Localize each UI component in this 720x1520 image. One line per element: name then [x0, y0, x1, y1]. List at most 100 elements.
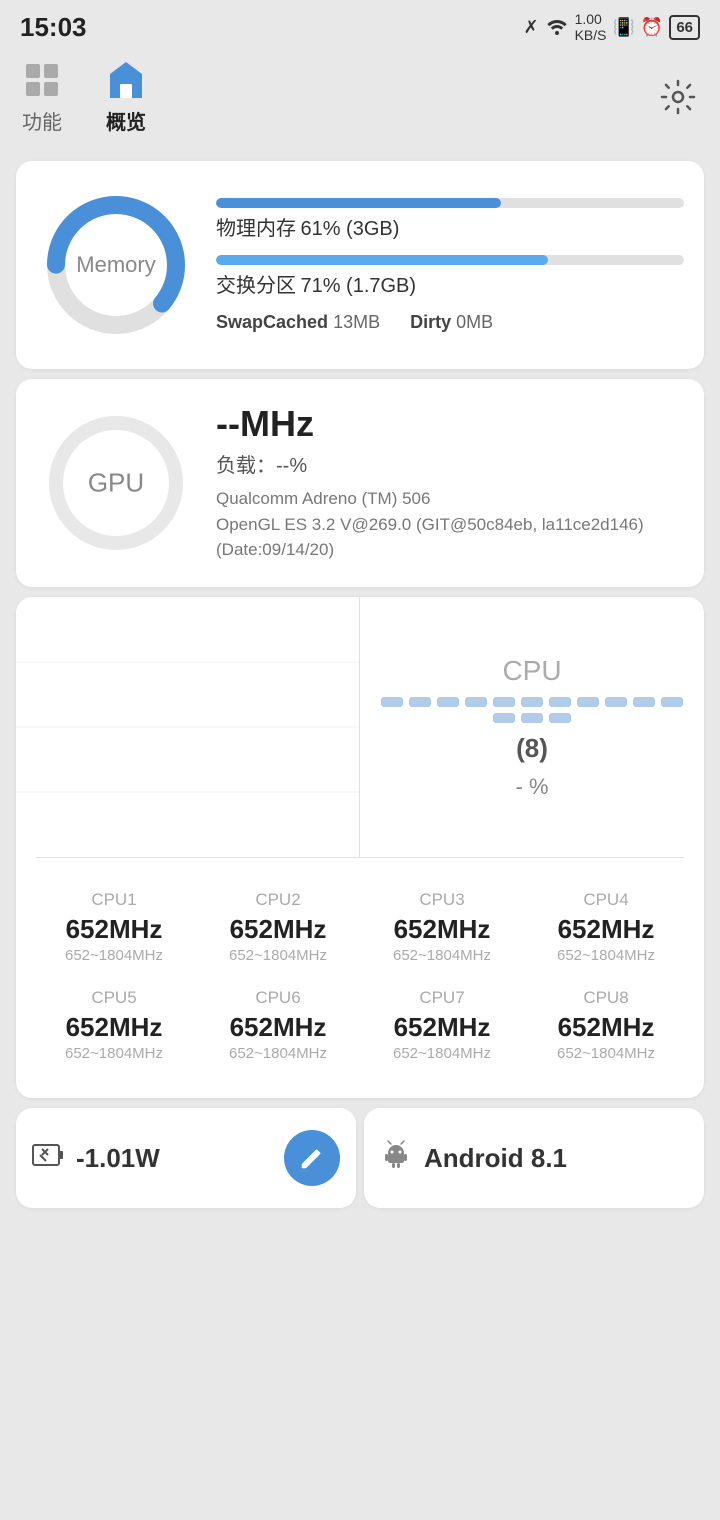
cpu-core-range: 652~1804MHz — [393, 1045, 491, 1062]
gpu-circle: GPU — [36, 403, 196, 563]
cpu-chart-area: CPU (8) - % — [16, 597, 704, 857]
memory-stats: 物理内存 61% (3GB) 交换分区 71% (1.7GB) SwapCach… — [216, 198, 684, 333]
physical-memory-value: 61% (3GB) — [300, 218, 399, 240]
cpu-dot — [549, 697, 571, 707]
bottom-row: -1.01W Android 8.1 — [16, 1108, 704, 1208]
cpu-dots — [360, 697, 704, 723]
battery-value: -1.01W — [76, 1143, 160, 1174]
cpu-core-freq: 652MHz — [230, 1012, 327, 1043]
swap-row: 交换分区 71% (1.7GB) — [216, 255, 684, 298]
gpu-label: GPU — [88, 468, 144, 499]
network-speed: 1.00KB/S — [575, 11, 607, 43]
cpu-core-1: CPU1 652MHz 652~1804MHz — [32, 878, 196, 976]
cpu-core-name: CPU8 — [583, 988, 628, 1008]
cpu-core-4: CPU4 652MHz 652~1804MHz — [524, 878, 688, 976]
nav-tabs: 功能 概览 — [20, 58, 148, 135]
fab-edit-button[interactable] — [284, 1130, 340, 1186]
cpu-core-name: CPU4 — [583, 890, 628, 910]
cpu-percent: - % — [516, 774, 549, 800]
cpu-core-range: 652~1804MHz — [393, 947, 491, 964]
cpu-core-count: (8) — [516, 733, 548, 764]
memory-card: Memory 物理内存 61% (3GB) 交换分区 71% (1.7GB) S… — [16, 161, 704, 369]
vibrate-icon: 📳 — [612, 17, 634, 38]
battery-card-icon — [32, 1141, 64, 1176]
cpu-dot — [549, 713, 571, 723]
memory-label: Memory — [76, 252, 155, 278]
cpu-grid: CPU1 652MHz 652~1804MHz CPU2 652MHz 652~… — [16, 858, 704, 1098]
overview-icon — [104, 58, 148, 102]
gpu-stats: --MHz 负载：--% Qualcomm Adreno (TM) 506 Op… — [216, 403, 684, 563]
cpu-core-freq: 652MHz — [230, 914, 327, 945]
notification-icon: ✗ — [523, 17, 538, 38]
memory-detail-row: SwapCached 13MB Dirty 0MB — [216, 312, 684, 333]
cpu-core-range: 652~1804MHz — [557, 1045, 655, 1062]
cpu-dot — [661, 697, 683, 707]
cpu-core-freq: 652MHz — [394, 1012, 491, 1043]
physical-memory-bar — [216, 198, 501, 208]
cpu-core-range: 652~1804MHz — [557, 947, 655, 964]
physical-memory-row: 物理内存 61% (3GB) — [216, 198, 684, 241]
dirty: Dirty 0MB — [410, 312, 493, 333]
cpu-core-2: CPU2 652MHz 652~1804MHz — [196, 878, 360, 976]
status-icons: ✗ 1.00KB/S 📳 ⏰ 66 — [523, 11, 700, 43]
physical-memory-bar-bg — [216, 198, 684, 208]
cpu-dot — [465, 697, 487, 707]
cpu-chart-right: CPU (8) - % — [360, 597, 704, 857]
alarm-icon: ⏰ — [641, 17, 663, 38]
cpu-dot — [605, 697, 627, 707]
swap-cached: SwapCached 13MB — [216, 312, 380, 333]
cpu-core-freq: 652MHz — [66, 1012, 163, 1043]
status-time: 15:03 — [20, 12, 87, 43]
android-icon — [380, 1139, 412, 1178]
battery-indicator: 66 — [669, 15, 700, 40]
cpu-dot — [521, 697, 543, 707]
android-card[interactable]: Android 8.1 — [364, 1108, 704, 1208]
cpu-core-range: 652~1804MHz — [229, 947, 327, 964]
cpu-core-name: CPU3 — [419, 890, 464, 910]
cpu-core-range: 652~1804MHz — [65, 947, 163, 964]
tab-overview-label: 概览 — [106, 106, 146, 135]
cpu-core-3: CPU3 652MHz 652~1804MHz — [360, 878, 524, 976]
battery-card[interactable]: -1.01W — [16, 1108, 356, 1208]
tab-functions[interactable]: 功能 — [20, 58, 64, 135]
cpu-chart-left — [16, 597, 360, 857]
cpu-core-6: CPU6 652MHz 652~1804MHz — [196, 976, 360, 1074]
gpu-info: Qualcomm Adreno (TM) 506 OpenGL ES 3.2 V… — [216, 486, 684, 563]
tab-functions-label: 功能 — [22, 106, 62, 135]
functions-icon — [20, 58, 64, 102]
cpu-core-7: CPU7 652MHz 652~1804MHz — [360, 976, 524, 1074]
cpu-dot — [493, 697, 515, 707]
cpu-core-name: CPU2 — [255, 890, 300, 910]
gpu-card: GPU --MHz 负载：--% Qualcomm Adreno (TM) 50… — [16, 379, 704, 587]
status-bar: 15:03 ✗ 1.00KB/S 📳 ⏰ 66 — [0, 0, 720, 50]
wifi-icon — [545, 15, 569, 40]
cpu-core-name: CPU5 — [91, 988, 136, 1008]
tab-overview[interactable]: 概览 — [104, 58, 148, 135]
gpu-load: 负载：--% — [216, 449, 684, 478]
cpu-core-range: 652~1804MHz — [229, 1045, 327, 1062]
cpu-core-8: CPU8 652MHz 652~1804MHz — [524, 976, 688, 1074]
cpu-core-freq: 652MHz — [394, 914, 491, 945]
cpu-title: CPU — [502, 655, 561, 687]
swap-value: 71% (1.7GB) — [300, 275, 416, 297]
cpu-dot — [577, 697, 599, 707]
cpu-core-freq: 652MHz — [66, 914, 163, 945]
cpu-core-range: 652~1804MHz — [65, 1045, 163, 1062]
cpu-dot — [437, 697, 459, 707]
settings-button[interactable] — [656, 75, 700, 119]
swap-label: 交换分区 — [216, 275, 296, 297]
swap-bar — [216, 255, 548, 265]
cpu-dot — [493, 713, 515, 723]
cpu-core-name: CPU7 — [419, 988, 464, 1008]
cpu-core-5: CPU5 652MHz 652~1804MHz — [32, 976, 196, 1074]
cpu-dot — [381, 697, 403, 707]
physical-memory-label: 物理内存 — [216, 218, 296, 240]
cpu-card: CPU (8) - % CPU1 652MHz 652~1804MHz CPU2… — [16, 597, 704, 1098]
swap-bar-bg — [216, 255, 684, 265]
cpu-dot — [521, 713, 543, 723]
cpu-core-freq: 652MHz — [558, 1012, 655, 1043]
gpu-freq: --MHz — [216, 403, 684, 445]
cpu-core-name: CPU6 — [255, 988, 300, 1008]
cpu-dot — [409, 697, 431, 707]
cpu-core-name: CPU1 — [91, 890, 136, 910]
